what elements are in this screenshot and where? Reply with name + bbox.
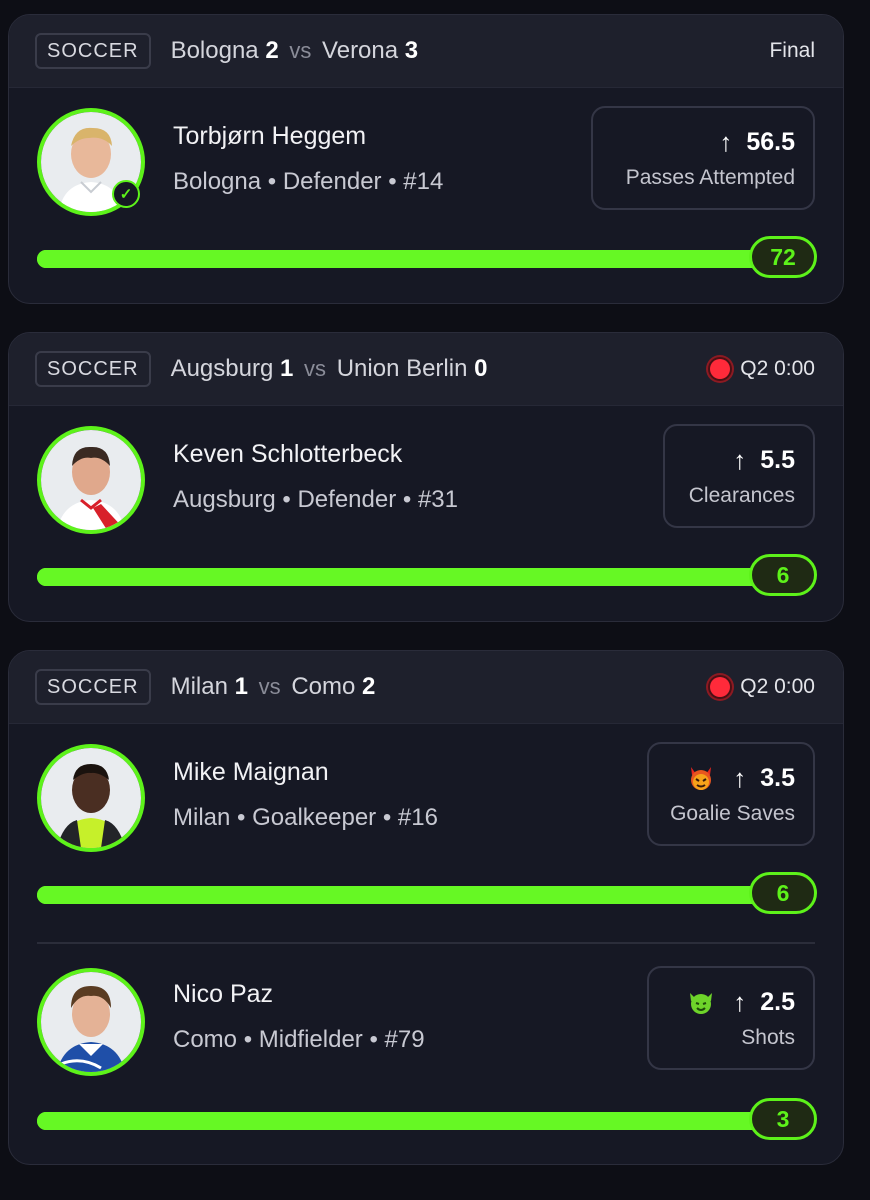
status-text: Q2 0:00 bbox=[740, 675, 815, 698]
player-meta: Como • Midfielder • #79 bbox=[173, 1026, 425, 1053]
player-pick[interactable]: Keven Schlotterbeck Augsburg • Defender … bbox=[9, 406, 843, 618]
progress-bar bbox=[37, 1112, 769, 1130]
stat-line-box[interactable]: ↑ 2.5 Shots bbox=[647, 966, 815, 1070]
game-status: Q2 0:00 bbox=[710, 675, 815, 699]
avatar bbox=[37, 426, 145, 534]
stat-label: Goalie Saves bbox=[670, 801, 795, 825]
sport-badge: SOCCER bbox=[35, 351, 151, 387]
stat-line: ↑ 56.5 bbox=[719, 127, 795, 158]
current-value-badge: 72 bbox=[749, 236, 817, 278]
line-value: 2.5 bbox=[760, 987, 795, 1016]
team-home: Bologna bbox=[170, 37, 259, 64]
progress-fill bbox=[37, 1112, 769, 1130]
player-meta: Augsburg • Defender • #31 bbox=[173, 486, 458, 513]
game-card[interactable]: SOCCER Bologna 2 vs Verona 3 Final ✓ Tor… bbox=[8, 14, 844, 304]
player-name: Nico Paz bbox=[173, 980, 274, 1008]
vs-label: vs bbox=[289, 38, 312, 63]
progress-fill bbox=[37, 886, 769, 904]
line-value: 56.5 bbox=[746, 127, 795, 156]
progress-fill bbox=[37, 568, 769, 586]
game-card[interactable]: SOCCER Augsburg 1 vs Union Berlin 0 Q2 0… bbox=[8, 332, 844, 622]
game-status: Q2 0:00 bbox=[710, 357, 815, 381]
score-away: 3 bbox=[404, 37, 419, 64]
matchup: Bologna 2 vs Verona 3 bbox=[171, 37, 419, 65]
matchup: Augsburg 1 vs Union Berlin 0 bbox=[171, 355, 488, 383]
up-arrow-icon: ↑ bbox=[733, 986, 747, 1017]
matchup: Milan 1 vs Como 2 bbox=[171, 673, 376, 701]
team-home: Milan bbox=[170, 673, 228, 700]
goblin-emoji-icon bbox=[690, 993, 713, 1014]
live-indicator-icon bbox=[710, 677, 731, 697]
sport-badge: SOCCER bbox=[35, 669, 151, 705]
up-arrow-icon: ↑ bbox=[719, 126, 733, 157]
team-away: Union Berlin bbox=[336, 355, 468, 382]
score-home: 1 bbox=[234, 673, 248, 700]
check-icon: ✓ bbox=[112, 180, 140, 208]
stat-line-box[interactable]: ↑ 3.5 Goalie Saves bbox=[647, 742, 815, 846]
sport-badge: SOCCER bbox=[35, 33, 151, 69]
progress-bar bbox=[37, 568, 769, 586]
progress-fill bbox=[37, 250, 769, 268]
stat-label: Clearances bbox=[688, 483, 795, 507]
stat-line: ↑ 5.5 bbox=[733, 445, 795, 476]
game-card[interactable]: SOCCER Milan 1 vs Como 2 Q2 0:00 Mike Ma… bbox=[8, 650, 844, 1165]
team-away: Como bbox=[291, 673, 356, 700]
player-pick[interactable]: ✓ Torbjørn Heggem Bologna • Defender • #… bbox=[9, 88, 843, 300]
stat-line-box[interactable]: ↑ 5.5 Clearances bbox=[663, 424, 815, 528]
stat-label: Passes Attempted bbox=[625, 165, 795, 189]
score-away: 2 bbox=[362, 673, 376, 700]
game-status: Final bbox=[769, 39, 815, 63]
devil-emoji-icon bbox=[691, 767, 712, 790]
up-arrow-icon: ↑ bbox=[733, 762, 747, 793]
player-pick[interactable]: Nico Paz Como • Midfielder • #79 ↑ 2.5 S… bbox=[9, 944, 843, 1164]
vs-label: vs bbox=[304, 356, 327, 381]
stat-line: ↑ 2.5 bbox=[687, 987, 795, 1018]
stat-line: ↑ 3.5 bbox=[687, 763, 795, 794]
line-value: 5.5 bbox=[760, 445, 795, 474]
live-indicator-icon bbox=[710, 359, 731, 379]
current-value-badge: 3 bbox=[749, 1098, 817, 1140]
avatar bbox=[37, 968, 145, 1076]
status-text: Q2 0:00 bbox=[740, 357, 815, 380]
vs-label: vs bbox=[258, 674, 281, 699]
player-name: Keven Schlotterbeck bbox=[173, 440, 403, 468]
player-pick[interactable]: Mike Maignan Milan • Goalkeeper • #16 ↑ … bbox=[9, 724, 843, 936]
avatar bbox=[37, 744, 145, 852]
current-value-badge: 6 bbox=[749, 872, 817, 914]
current-value-badge: 6 bbox=[749, 554, 817, 596]
score-home: 2 bbox=[265, 37, 279, 64]
game-header: SOCCER Milan 1 vs Como 2 Q2 0:00 bbox=[9, 651, 843, 724]
stat-label: Shots bbox=[741, 1025, 795, 1049]
score-away: 0 bbox=[474, 355, 488, 382]
game-header: SOCCER Augsburg 1 vs Union Berlin 0 Q2 0… bbox=[9, 333, 843, 406]
line-value: 3.5 bbox=[760, 763, 795, 792]
team-home: Augsburg bbox=[170, 355, 274, 382]
progress-bar bbox=[37, 250, 769, 268]
game-header: SOCCER Bologna 2 vs Verona 3 Final bbox=[9, 15, 843, 88]
player-meta: Milan • Goalkeeper • #16 bbox=[173, 804, 438, 831]
team-away: Verona bbox=[322, 37, 399, 64]
up-arrow-icon: ↑ bbox=[733, 444, 747, 475]
status-text: Final bbox=[769, 39, 815, 62]
score-home: 1 bbox=[280, 355, 294, 382]
player-name: Torbjørn Heggem bbox=[173, 122, 367, 150]
progress-bar bbox=[37, 886, 769, 904]
stat-line-box[interactable]: ↑ 56.5 Passes Attempted bbox=[591, 106, 815, 210]
player-meta: Bologna • Defender • #14 bbox=[173, 168, 444, 195]
player-name: Mike Maignan bbox=[173, 758, 329, 786]
